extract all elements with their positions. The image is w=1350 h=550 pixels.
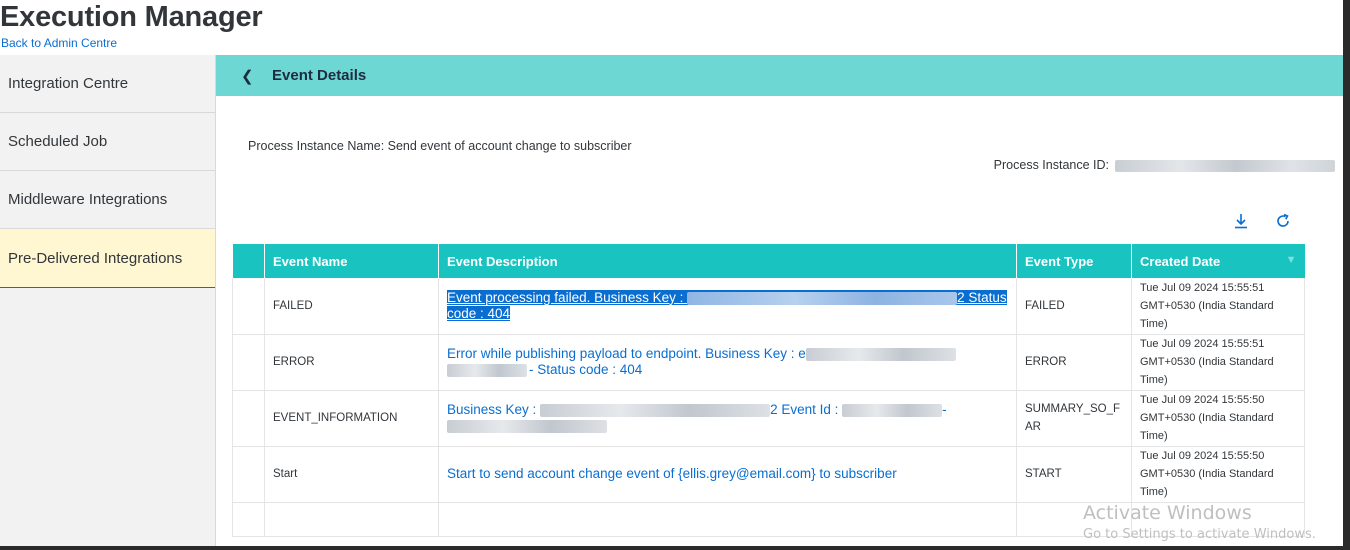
created-date-cell: Tue Jul 09 2024 15:55:51 GMT+0530 (India… — [1131, 278, 1305, 335]
empty-cell — [264, 502, 439, 537]
column-header-event-description[interactable]: Event Description — [438, 244, 1017, 278]
event-name-cell: Start — [264, 446, 439, 503]
download-icon[interactable] — [1230, 210, 1252, 232]
event-type-cell: ERROR — [1016, 334, 1132, 391]
back-to-admin-centre-link[interactable]: Back to Admin Centre — [1, 36, 117, 50]
row-selector[interactable] — [232, 446, 265, 503]
event-description-cell[interactable]: Event processing failed. Business Key : … — [438, 278, 1017, 335]
process-instance-id-label: Process Instance ID: — [993, 158, 1109, 172]
event-description-cell[interactable]: Business Key : 2 Event Id : - — [438, 390, 1017, 447]
page-title: Execution Manager — [0, 1, 263, 33]
redacted-event-id — [842, 403, 943, 417]
redacted-key — [805, 347, 956, 361]
created-date-cell: Tue Jul 09 2024 15:55:50 GMT+0530 (India… — [1131, 446, 1305, 503]
activate-windows-subtext: Go to Settings to activate Windows. — [1083, 527, 1316, 542]
sidebar-item-integration-centre[interactable]: Integration Centre — [0, 55, 215, 113]
empty-cell — [438, 502, 1017, 537]
created-date-cell: Tue Jul 09 2024 15:55:50 GMT+0530 (India… — [1131, 390, 1305, 447]
event-name-cell: ERROR — [264, 334, 439, 391]
redacted-key — [687, 291, 958, 305]
event-details-header: ❮ Event Details — [216, 55, 1343, 96]
column-header-event-name[interactable]: Event Name — [264, 244, 439, 278]
table-row[interactable]: EVENT_INFORMATION Business Key : 2 Event… — [232, 390, 1305, 447]
redacted-key — [540, 403, 771, 417]
table-row[interactable]: FAILED Event processing failed. Business… — [232, 278, 1305, 335]
sidebar-item-scheduled-job[interactable]: Scheduled Job — [0, 113, 215, 171]
main-panel: ❮ Event Details Process Instance Name: S… — [216, 55, 1343, 546]
row-selector[interactable] — [232, 278, 265, 335]
event-details-title: Event Details — [272, 67, 367, 84]
table-row[interactable]: Start Start to send account change event… — [232, 446, 1305, 503]
sidebar-item-middleware-integrations[interactable]: Middleware Integrations — [0, 171, 215, 229]
row-selector — [232, 502, 265, 537]
description-suffix: - Status code : 404 — [529, 362, 643, 377]
sidebar-item-pre-delivered-integrations[interactable]: Pre-Delivered Integrations — [0, 229, 215, 288]
execution-manager-page: Execution Manager Back to Admin Centre I… — [0, 0, 1350, 550]
redacted-event-id-part — [447, 419, 607, 433]
row-selector[interactable] — [232, 390, 265, 447]
selected-description-text[interactable]: Event processing failed. Business Key : … — [447, 289, 1007, 321]
created-date-label: Created Date — [1140, 253, 1221, 269]
redacted-id — [1115, 159, 1335, 172]
column-header-created-date[interactable]: Created Date ▼ — [1131, 244, 1305, 278]
event-type-cell: SUMMARY_SO_FAR — [1016, 390, 1132, 447]
process-instance-name: Process Instance Name: Send event of acc… — [248, 139, 632, 153]
description-prefix: Event processing failed. Business Key : — [447, 289, 684, 305]
redacted-key-part — [447, 363, 527, 377]
refresh-icon[interactable] — [1272, 210, 1294, 232]
description-prefix: Business Key : — [447, 402, 537, 417]
sort-caret-icon[interactable]: ▼ — [1286, 254, 1297, 266]
selection-header — [232, 244, 265, 278]
table-row[interactable]: ERROR Error while publishing payload to … — [232, 334, 1305, 391]
chevron-left-icon[interactable]: ❮ — [241, 67, 255, 85]
activate-windows-watermark: Activate Windows — [1083, 502, 1252, 524]
description-suffix: - — [942, 402, 947, 417]
event-name-cell: EVENT_INFORMATION — [264, 390, 439, 447]
column-header-event-type[interactable]: Event Type — [1016, 244, 1132, 278]
event-type-cell: START — [1016, 446, 1132, 503]
window-bottom-edge — [0, 546, 1350, 550]
window-frame-edge — [1343, 0, 1350, 550]
event-type-cell: FAILED — [1016, 278, 1132, 335]
event-description-cell[interactable]: Error while publishing payload to endpoi… — [438, 334, 1017, 391]
created-date-cell: Tue Jul 09 2024 15:55:51 GMT+0530 (India… — [1131, 334, 1305, 391]
process-instance-id: Process Instance ID: — [994, 158, 1335, 172]
event-table: Event Name Event Description Event Type … — [232, 244, 1305, 537]
event-description-cell[interactable]: Start to send account change event of {e… — [438, 446, 1017, 503]
table-toolbar — [1230, 210, 1294, 232]
event-name-cell: FAILED — [264, 278, 439, 335]
description-middle: 2 Event Id : — [770, 402, 839, 417]
row-selector[interactable] — [232, 334, 265, 391]
description-prefix: Error while publishing payload to endpoi… — [447, 346, 806, 361]
sidebar: Integration Centre Scheduled Job Middlew… — [0, 55, 216, 546]
